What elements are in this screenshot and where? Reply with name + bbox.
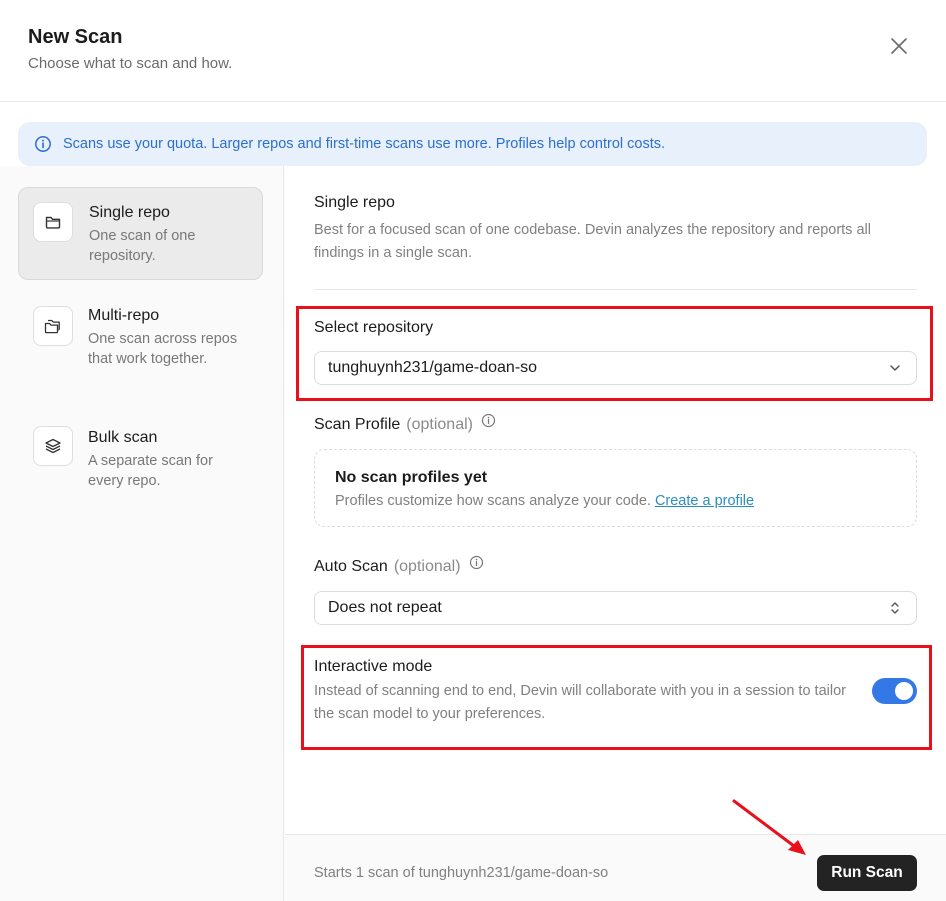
quota-info-banner: Scans use your quota. Larger repos and f… <box>18 122 927 166</box>
mode-description: A separate scan for every repo. <box>88 453 213 489</box>
section-title: Single repo <box>314 194 395 211</box>
chevron-updown-icon <box>888 601 902 615</box>
scan-profile-label: Scan Profile (optional) <box>314 413 496 434</box>
help-icon[interactable] <box>469 555 484 575</box>
create-profile-link[interactable]: Create a profile <box>655 493 754 509</box>
scan-mode-sidebar: Single repo One scan of one repository. … <box>0 166 284 901</box>
close-button[interactable] <box>886 33 912 59</box>
auto-scan-value: Does not repeat <box>328 599 442 616</box>
dialog-title: New Scan <box>28 26 123 48</box>
mode-label: Single repo <box>89 204 170 221</box>
interactive-mode-title: Interactive mode <box>314 658 433 675</box>
section-description: Best for a focused scan of one codebase.… <box>314 222 871 261</box>
mode-description: One scan across repos that work together… <box>88 331 238 367</box>
interactive-mode-toggle[interactable] <box>872 678 917 704</box>
auto-scan-label-text: Auto Scan <box>314 558 388 575</box>
empty-state-description: Profiles customize how scans analyze you… <box>335 493 651 509</box>
optional-tag: (optional) <box>406 416 473 433</box>
mode-label: Multi-repo <box>88 307 160 324</box>
optional-tag: (optional) <box>393 558 461 575</box>
run-scan-button[interactable]: Run Scan <box>817 855 917 891</box>
folder-icon <box>33 202 73 242</box>
dialog-subtitle: Choose what to scan and how. <box>28 55 233 72</box>
scan-config-panel: Single repo Best for a focused scan of o… <box>285 166 946 834</box>
scan-summary: Starts 1 scan of tunghuynh231/game-doan-… <box>314 865 609 881</box>
scan-profile-empty-state: No scan profiles yet Profiles customize … <box>314 449 917 527</box>
repository-select[interactable]: tunghuynh231/game-doan-so <box>314 351 917 385</box>
auto-scan-label: Auto Scan (optional) <box>314 555 484 576</box>
repository-value: tunghuynh231/game-doan-so <box>328 359 538 376</box>
info-icon <box>34 135 52 153</box>
mode-single-repo[interactable]: Single repo One scan of one repository. <box>18 187 263 280</box>
banner-text: Scans use your quota. Larger repos and f… <box>63 136 666 152</box>
empty-state-title: No scan profiles yet <box>335 469 488 486</box>
repository-label: Select repository <box>314 319 434 336</box>
mode-bulk-scan[interactable]: Bulk scan A separate scan for every repo… <box>18 410 263 490</box>
folders-icon <box>33 306 73 346</box>
chevron-down-icon <box>888 361 902 375</box>
help-icon[interactable] <box>481 413 496 433</box>
scan-profile-label-text: Scan Profile <box>314 416 401 433</box>
close-icon <box>891 38 907 54</box>
dialog-header: New Scan Choose what to scan and how. <box>0 0 946 102</box>
mode-description: One scan of one repository. <box>89 228 196 264</box>
toggle-knob <box>895 682 913 700</box>
mode-label: Bulk scan <box>88 429 158 446</box>
divider <box>314 289 917 290</box>
empty-state-text: Profiles customize how scans analyze you… <box>335 493 754 509</box>
layers-icon <box>33 426 73 466</box>
auto-scan-select[interactable]: Does not repeat <box>314 591 917 625</box>
mode-multi-repo[interactable]: Multi-repo One scan across repos that wo… <box>18 290 263 390</box>
dialog-footer: Starts 1 scan of tunghuynh231/game-doan-… <box>285 834 946 901</box>
interactive-mode-description: Instead of scanning end to end, Devin wi… <box>314 683 846 722</box>
